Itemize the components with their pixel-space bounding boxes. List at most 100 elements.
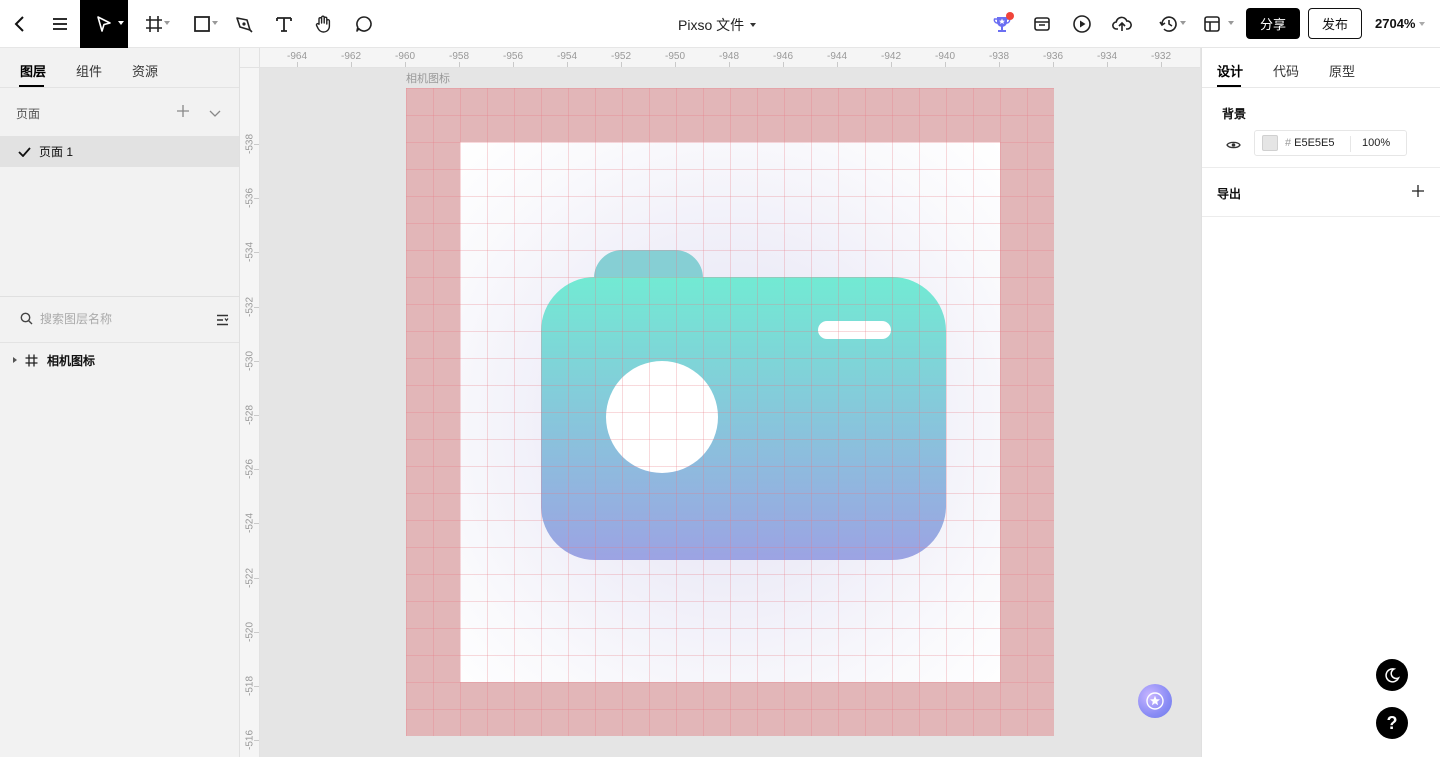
ruler-top-tick (1107, 62, 1108, 67)
ruler-left-tick (254, 252, 259, 254)
move-tool-icon (97, 16, 111, 32)
ruler-top-label: -960 (394, 51, 416, 62)
tab-layers[interactable]: 图层 (20, 61, 46, 80)
notification-dot (1006, 12, 1014, 20)
shape-tool-caret (212, 21, 218, 25)
library-button[interactable] (1028, 0, 1056, 48)
events-button[interactable] (988, 0, 1016, 48)
pen-tool-button[interactable] (230, 0, 258, 48)
comment-tool-button[interactable] (350, 0, 378, 48)
ruler-top-tick (513, 62, 514, 67)
ruler-corner (240, 48, 260, 68)
opacity-value[interactable]: 100% (1362, 137, 1390, 149)
shape-tool-button[interactable] (184, 0, 220, 48)
plus-icon (177, 105, 189, 117)
version-history-button[interactable] (1150, 0, 1188, 48)
ruler-left: -538 -536 -534 -532 -530 -528 -526 -524 -522 -520… (240, 68, 260, 757)
section-divider (1202, 167, 1440, 168)
hex-hash: # (1285, 137, 1292, 149)
pen-tool-icon (236, 17, 253, 33)
hand-tool-button[interactable] (309, 0, 337, 48)
canvas[interactable]: -964 -962 -960 -958 -956 -954 -952 -950 -948 -946… (240, 48, 1200, 757)
history-icon (1159, 16, 1177, 32)
frame-name-label[interactable]: 相机图标 (406, 70, 450, 86)
camera-icon-frame[interactable] (406, 88, 1054, 736)
pages-header: 页面 (16, 107, 41, 121)
layer-label: 相机图标 (47, 353, 96, 368)
tab-assets[interactable]: 资源 (132, 61, 158, 80)
ruler-top-label: -936 (1042, 51, 1064, 62)
page-item[interactable]: 页面 1 (0, 136, 239, 167)
add-page-button[interactable] (176, 104, 190, 123)
layer-search-input[interactable] (40, 309, 200, 329)
help-button[interactable]: ? (1376, 707, 1408, 739)
ruler-left-tick (254, 577, 259, 579)
file-title-caret (750, 23, 757, 27)
ruler-top-label: -940 (934, 51, 956, 62)
ruler-top-label: -934 (1096, 51, 1118, 62)
chevron-down-icon (209, 110, 221, 117)
left-panel: 图层 组件 资源 页面 页面 1 相机图标 (0, 48, 240, 757)
file-title-text: Pixso 文件 (678, 17, 745, 33)
ruler-top-label: -954 (556, 51, 578, 62)
ruler-top: -964 -962 -960 -958 -956 -954 -952 -950 -948 -946… (260, 48, 1200, 68)
tab-code[interactable]: 代码 (1273, 61, 1299, 80)
expand-arrow-icon[interactable] (13, 357, 17, 363)
theme-toggle-button[interactable] (1376, 659, 1408, 691)
color-swatch[interactable] (1262, 135, 1278, 151)
ruler-top-label: -952 (610, 51, 632, 62)
ruler-left-tick (254, 360, 259, 362)
ai-assistant-button[interactable] (1138, 684, 1172, 718)
upload-button[interactable] (1108, 0, 1136, 48)
back-icon (14, 16, 24, 32)
collapse-pages-button[interactable] (208, 106, 222, 124)
ruler-top-label: -932 (1150, 51, 1172, 62)
export-section-title: 导出 (1217, 187, 1242, 201)
filter-icon (217, 314, 229, 326)
zoom-caret (1419, 21, 1426, 26)
tab-prototype[interactable]: 原型 (1329, 61, 1355, 80)
tab-components[interactable]: 组件 (76, 61, 102, 80)
frame-tool-caret (164, 21, 170, 25)
camera-body (541, 277, 946, 560)
layer-row[interactable]: 相机图标 (0, 348, 239, 372)
hex-value[interactable]: E5E5E5 (1294, 137, 1334, 149)
ruler-left-tick (254, 469, 259, 471)
search-icon (20, 312, 33, 325)
ruler-top-label: -962 (340, 51, 362, 62)
add-export-button[interactable] (1411, 184, 1425, 203)
ruler-left-tick (254, 198, 259, 200)
text-tool-button[interactable] (270, 0, 298, 48)
background-color-field[interactable]: # E5E5E5 100% (1254, 130, 1407, 156)
tab-design[interactable]: 设计 (1217, 61, 1243, 80)
main-menu-button[interactable] (44, 0, 76, 48)
frame-tool-icon (146, 16, 162, 32)
ruler-left-tick (254, 523, 259, 525)
question-mark-icon: ? (1386, 712, 1398, 733)
move-tool-button[interactable] (80, 0, 128, 48)
ruler-top-label: -944 (826, 51, 848, 62)
back-button[interactable] (4, 0, 36, 48)
publish-button[interactable]: 发布 (1308, 8, 1362, 39)
active-tab-indicator (1217, 85, 1241, 87)
section-divider (1202, 216, 1440, 217)
layer-filter-button[interactable] (216, 313, 229, 331)
upload-icon (1112, 16, 1132, 31)
layout-button[interactable] (1198, 0, 1234, 48)
present-button[interactable] (1068, 0, 1096, 48)
ruler-left-tick (254, 740, 259, 742)
camera-illustration[interactable] (406, 88, 1054, 736)
ruler-top-tick (729, 62, 730, 67)
menu-icon (53, 18, 67, 30)
frame-tool-button[interactable] (136, 0, 172, 48)
ruler-top-tick (567, 62, 568, 67)
share-button[interactable]: 分享 (1246, 8, 1300, 39)
ruler-top-tick (675, 62, 676, 67)
ruler-top-tick (891, 62, 892, 67)
zoom-dropdown[interactable]: 2704% (1375, 16, 1426, 31)
file-title[interactable]: Pixso 文件 (678, 15, 757, 35)
background-section-title: 背景 (1222, 107, 1247, 121)
layout-icon (1204, 16, 1220, 32)
toggle-visibility-button[interactable] (1226, 137, 1241, 155)
play-icon (1073, 15, 1091, 33)
